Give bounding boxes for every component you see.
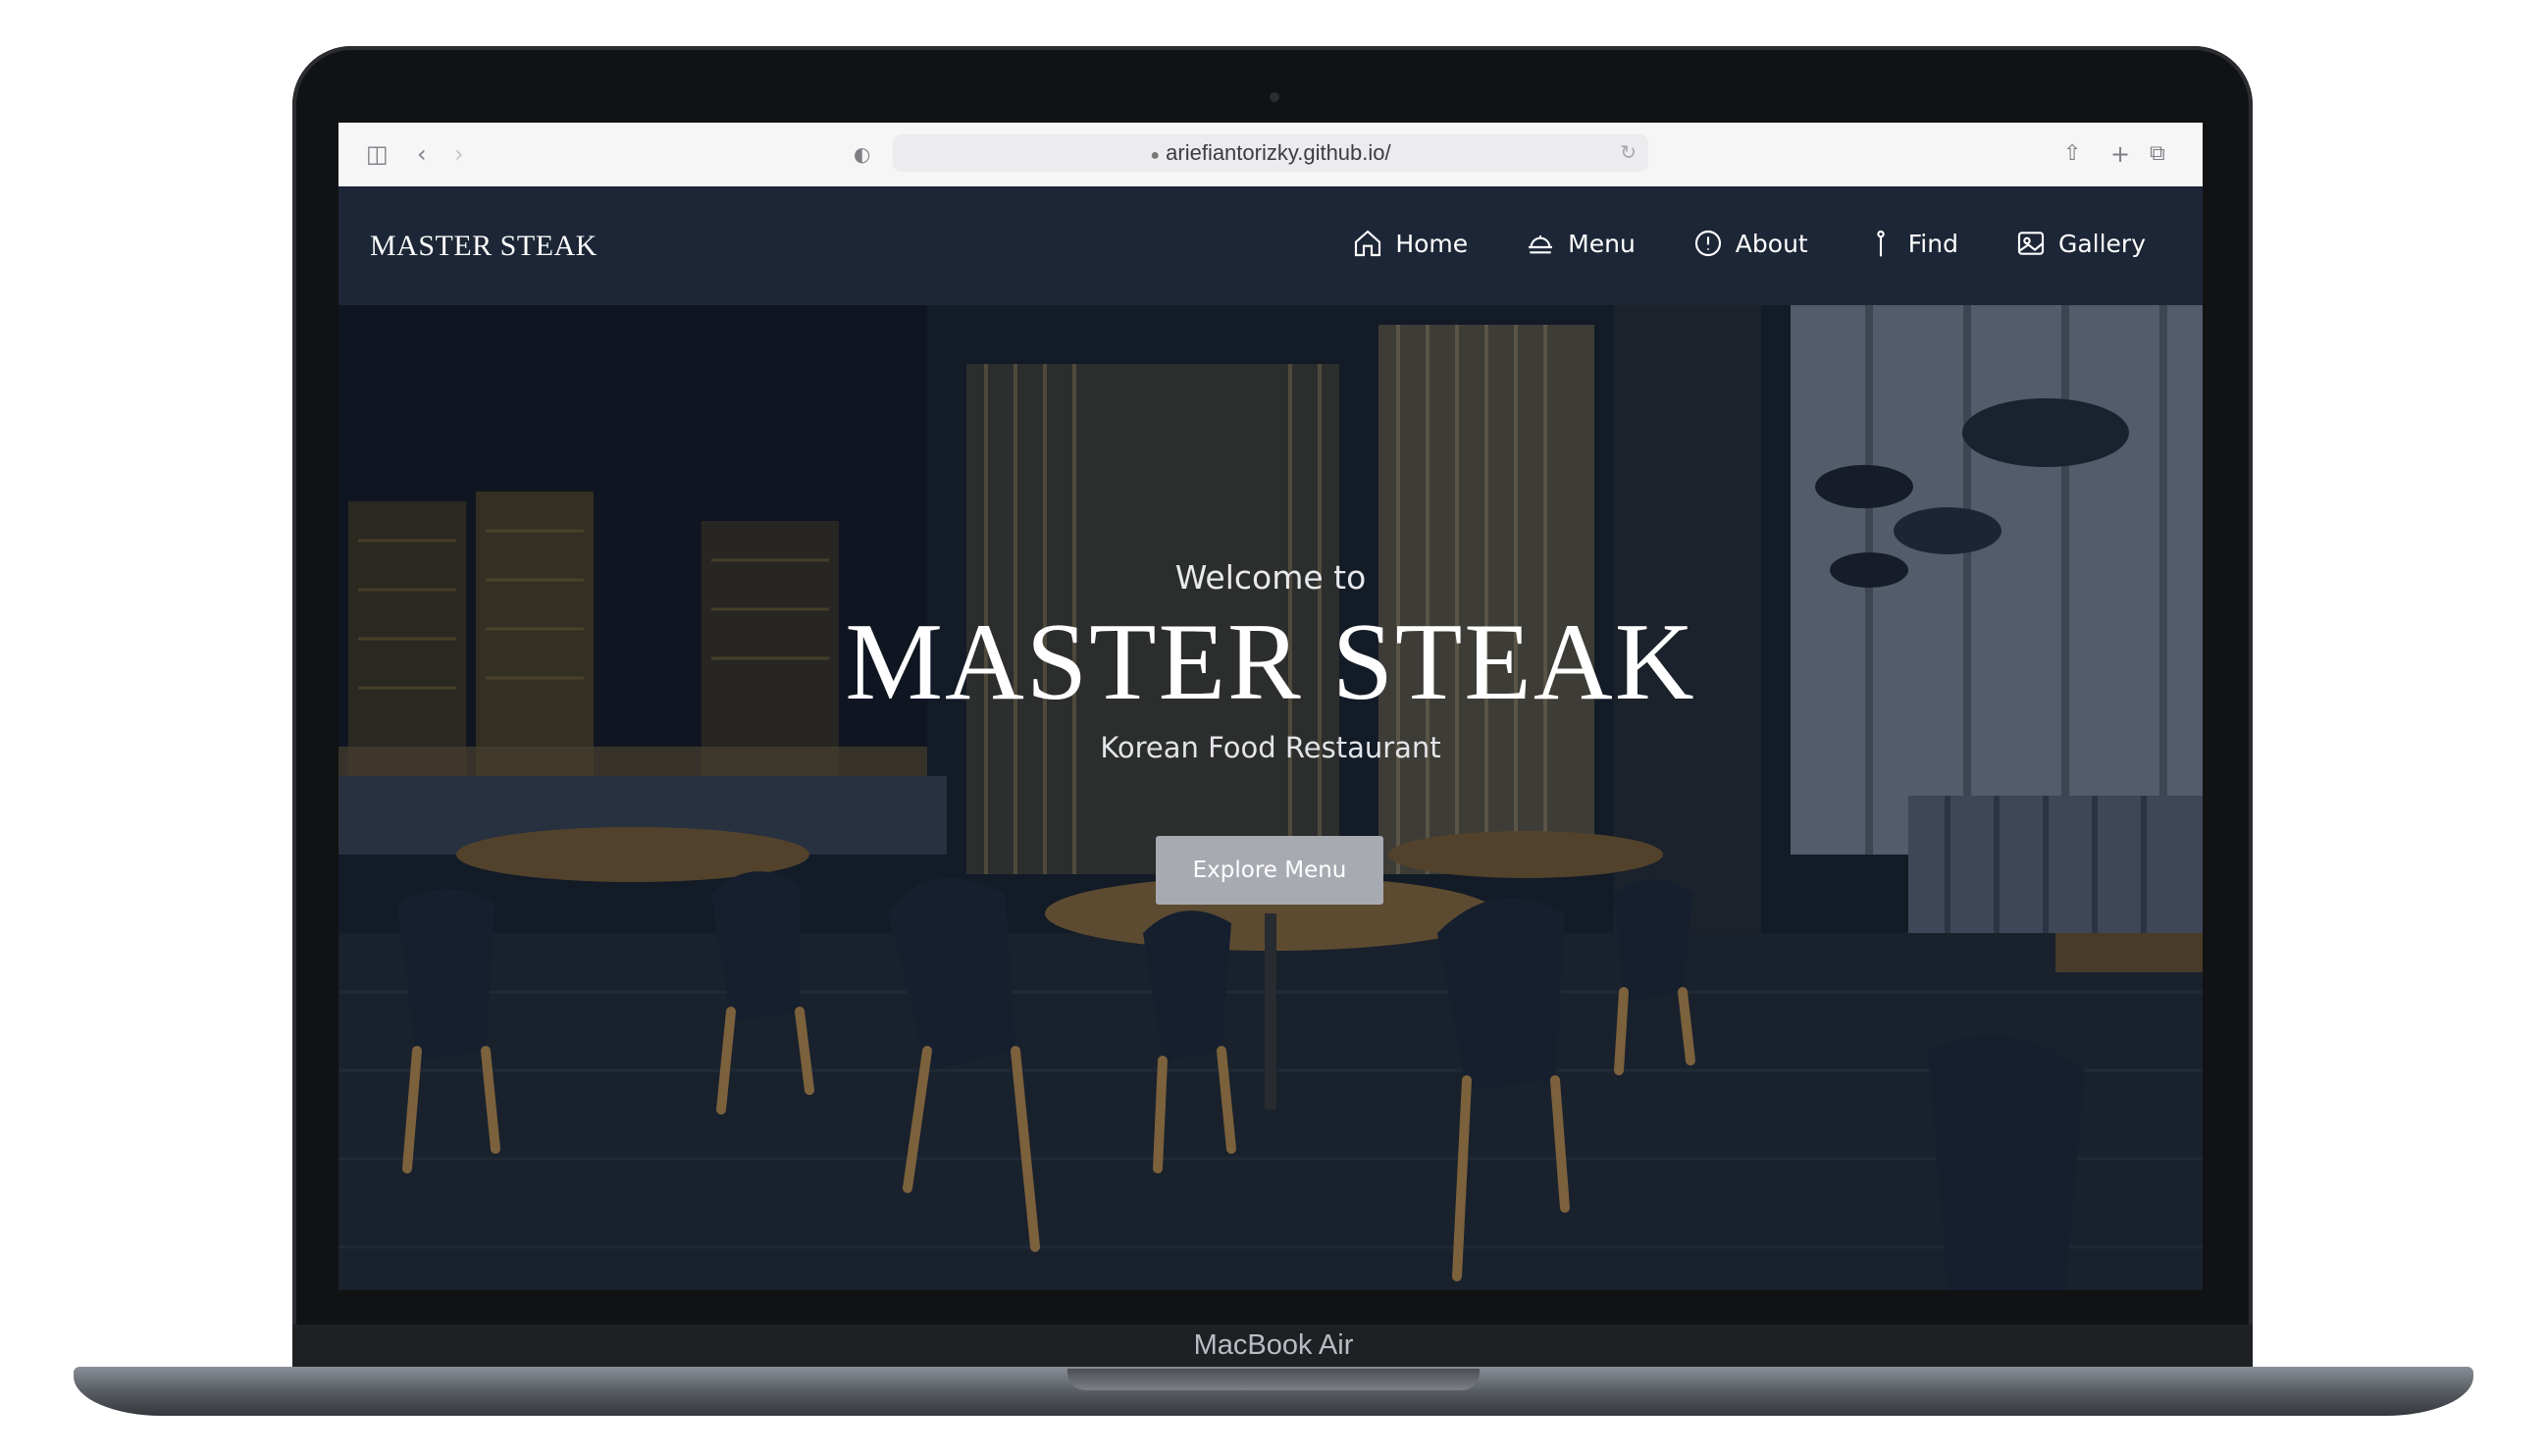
nav-label-about: About: [1735, 229, 1808, 258]
nav-item-menu[interactable]: Menu: [1525, 228, 1636, 259]
gallery-icon: [2017, 232, 2045, 255]
home-icon: [1355, 230, 1381, 257]
new-tab-icon[interactable]: +: [2110, 140, 2130, 168]
forward-icon[interactable]: ›: [454, 140, 464, 168]
hero-welcome-text: Welcome to: [1174, 558, 1367, 597]
browser-toolbar: ◫ ‹ › ◐ ● ariefiantorizky.github.io/ ↻ ⇧…: [338, 123, 2203, 187]
nav-label-find: Find: [1907, 229, 1958, 258]
laptop-notch: [1067, 1369, 1480, 1390]
tabs-overview-icon[interactable]: ⧉: [2150, 140, 2165, 168]
webcam: [1270, 92, 1279, 102]
nav-item-find[interactable]: Find: [1865, 228, 1958, 259]
site-navbar: MASTER STEAK Home Menu About Find Galler…: [338, 186, 2203, 305]
nav-item-about[interactable]: About: [1692, 228, 1808, 259]
lock-icon: ●: [1150, 147, 1161, 164]
screen: ◫ ‹ › ◐ ● ariefiantorizky.github.io/ ↻ ⇧…: [338, 123, 2203, 1290]
sidebar-toggle-icon[interactable]: ◫: [366, 140, 389, 168]
privacy-shield-icon[interactable]: ◐: [854, 140, 870, 168]
url-text: ariefiantorizky.github.io/: [1166, 140, 1391, 165]
location-pin-icon: [1876, 230, 1885, 257]
hero-title: MASTER STEAK: [845, 601, 1696, 723]
address-bar[interactable]: ● ariefiantorizky.github.io/ ↻: [893, 134, 1648, 172]
back-icon[interactable]: ‹: [417, 140, 427, 168]
site-logo[interactable]: MASTER STEAK: [370, 230, 598, 263]
nav-label-menu: Menu: [1568, 229, 1636, 258]
hero-dark-overlay: [338, 305, 2203, 1290]
info-icon: [1694, 230, 1721, 257]
reload-icon[interactable]: ↻: [1620, 134, 1637, 172]
nav-label-home: Home: [1395, 229, 1469, 258]
explore-menu-button[interactable]: Explore Menu: [1156, 836, 1383, 905]
device-label: MacBook Air: [1193, 1329, 1354, 1361]
share-icon[interactable]: ⇧: [2063, 140, 2081, 168]
nav-item-home[interactable]: Home: [1352, 228, 1468, 259]
nav-menu: Home Menu About Find Gallery: [1352, 228, 2146, 259]
hero-section: Welcome to MASTER STEAK Korean Food Rest…: [338, 305, 2203, 1290]
hero-subtitle: Korean Food Restaurant: [1100, 731, 1441, 764]
menu-food-icon: [1529, 235, 1553, 254]
nav-label-gallery: Gallery: [2057, 229, 2146, 258]
nav-item-gallery[interactable]: Gallery: [2015, 228, 2146, 259]
